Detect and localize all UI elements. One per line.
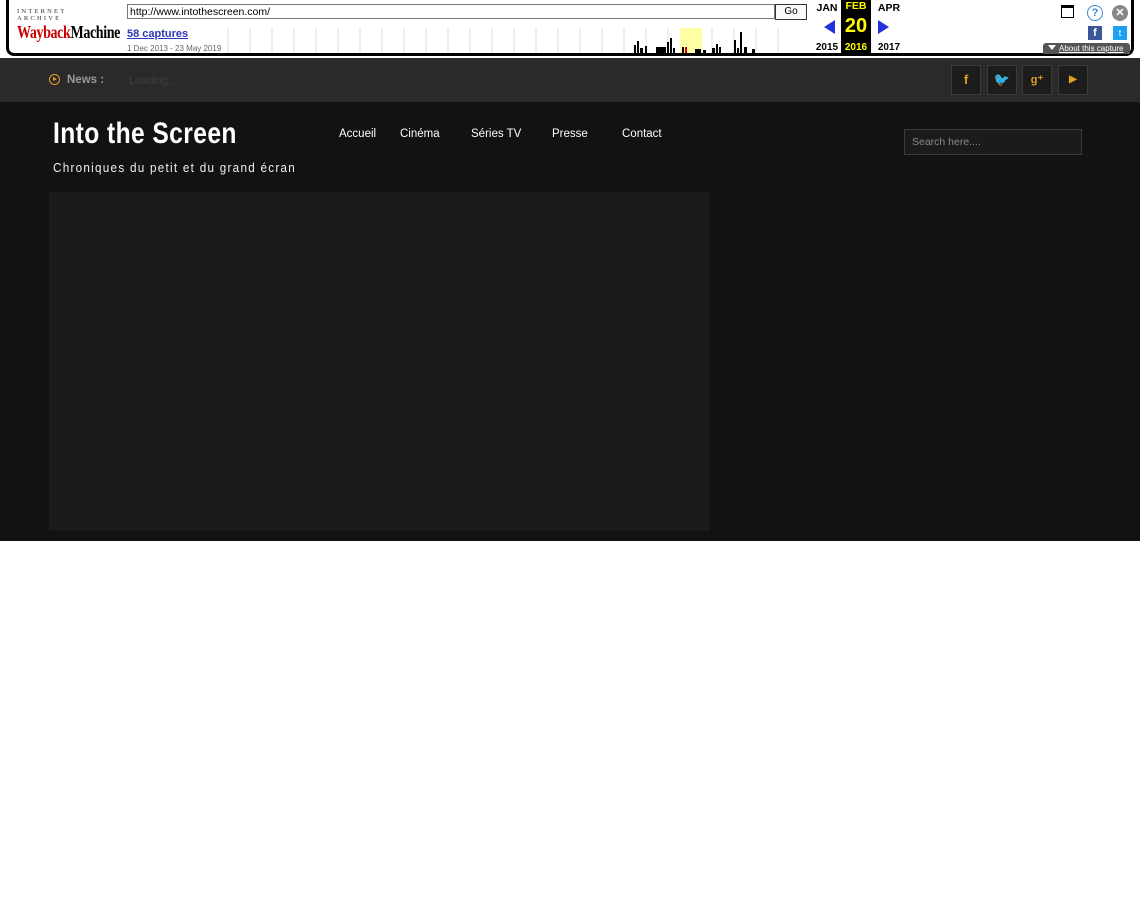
news-label: News : [67, 74, 105, 86]
news-bar: News : Loading... f 🐦 g⁺ ▶ [0, 58, 1140, 102]
site-page: News : Loading... f 🐦 g⁺ ▶ Into the Scre… [0, 58, 1140, 541]
facebook-icon[interactable]: f [1088, 26, 1102, 40]
url-input[interactable] [127, 4, 775, 19]
capture-sparkline[interactable] [226, 28, 806, 53]
prev-capture-arrow-icon[interactable] [824, 20, 835, 34]
prev-month-link[interactable]: JAN [812, 2, 842, 14]
play-circle-icon [49, 74, 60, 85]
close-icon[interactable]: ✕ [1112, 5, 1128, 21]
google-plus-icon[interactable]: g⁺ [1022, 65, 1052, 95]
nav-item-contact[interactable]: Contact [622, 128, 662, 140]
logo-wayback-text: Wayback [17, 22, 71, 42]
featured-slider[interactable] [49, 192, 710, 531]
wayback-toolbar: INTERNET ARCHIVE WaybackMachine Go 58 ca… [6, 0, 1134, 56]
window-icon[interactable] [1061, 5, 1074, 18]
youtube-icon[interactable]: ▶ [1058, 65, 1088, 95]
nav-item-presse[interactable]: Presse [552, 128, 588, 140]
twitter-icon[interactable]: t [1113, 26, 1127, 40]
facebook-icon[interactable]: f [951, 65, 981, 95]
site-tagline: Chroniques du petit et du grand écran [53, 160, 297, 175]
logo-machine-text: Machine [70, 22, 120, 42]
current-year: 2016 [844, 42, 868, 53]
next-capture-arrow-icon[interactable] [878, 20, 889, 34]
help-icon[interactable]: ? [1087, 5, 1103, 21]
go-button[interactable]: Go [775, 4, 807, 20]
triangle-down-icon [1048, 45, 1056, 50]
current-day: 20 [844, 15, 868, 37]
wayback-logo[interactable]: INTERNET ARCHIVE WaybackMachine [17, 8, 120, 42]
about-capture-label: About this capture [1059, 44, 1124, 53]
nav-item-accueil[interactable]: Accueil [339, 128, 376, 140]
next-month-link[interactable]: APR [874, 2, 904, 14]
logo-top-text: INTERNET ARCHIVE [17, 8, 67, 22]
nav-item-cinema[interactable]: Cinéma [400, 128, 440, 140]
about-capture-button[interactable]: About this capture [1043, 43, 1130, 54]
search-input[interactable] [904, 129, 1082, 155]
next-year-link[interactable]: 2017 [874, 42, 904, 53]
site-title[interactable]: Into the Screen [53, 117, 237, 151]
news-ticker[interactable]: Loading... [129, 75, 177, 87]
nav-item-series-tv[interactable]: Séries TV [471, 128, 521, 140]
prev-year-link[interactable]: 2015 [812, 42, 842, 53]
twitter-icon[interactable]: 🐦 [987, 65, 1017, 95]
capture-date-range: 1 Dec 2013 - 23 May 2019 [127, 44, 222, 53]
captures-link[interactable]: 58 captures [127, 28, 188, 40]
